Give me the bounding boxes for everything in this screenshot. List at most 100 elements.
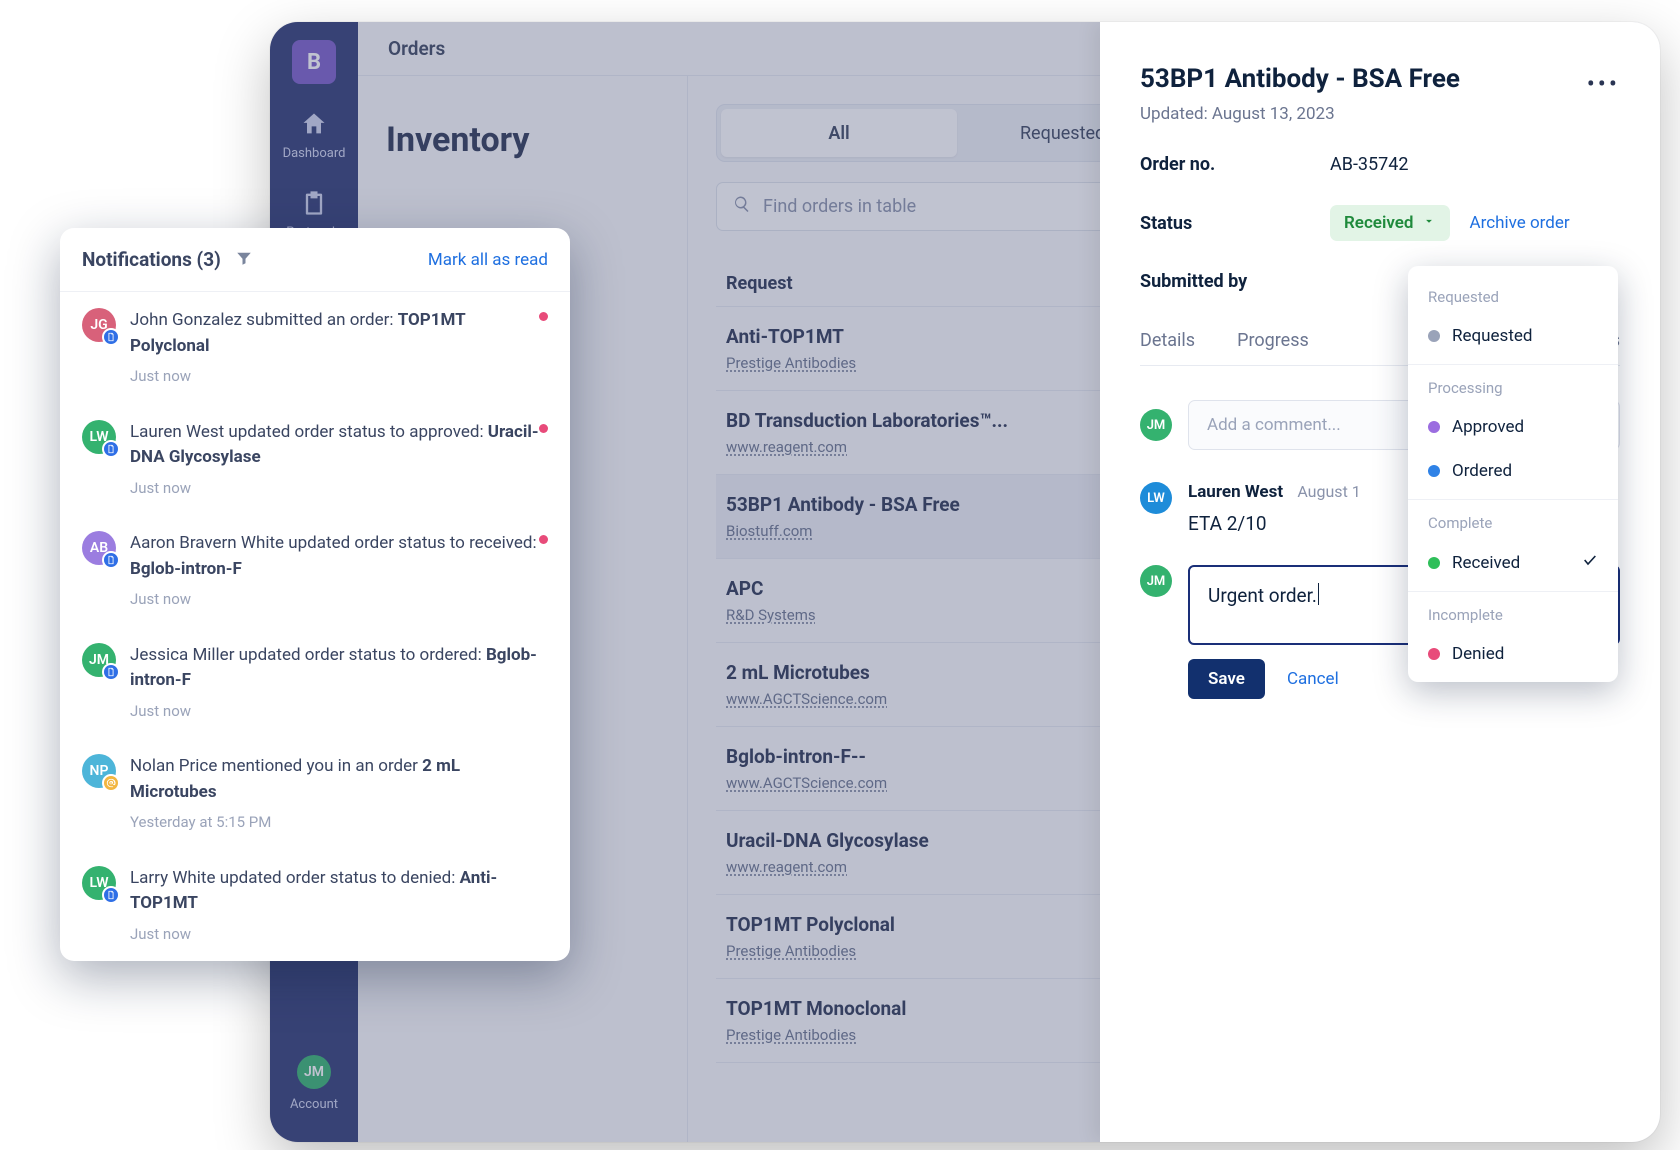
- status-group-label: Processing: [1408, 371, 1618, 405]
- status-color-dot: [1428, 648, 1440, 660]
- order-icon: [102, 551, 120, 569]
- submitted-by-label: Submitted by: [1140, 271, 1330, 292]
- notification-item[interactable]: JG John Gonzalez submitted an order: TOP1…: [60, 292, 570, 404]
- status-color-dot: [1428, 330, 1440, 342]
- status-option-label: Denied: [1452, 644, 1504, 664]
- status-color-dot: [1428, 557, 1440, 569]
- detail-title: 53BP1 Antibody - BSA Free: [1140, 64, 1460, 94]
- nav-dashboard[interactable]: Dashboard: [283, 110, 346, 161]
- status-option-label: Ordered: [1452, 461, 1512, 481]
- notification-body: Jessica Miller updated order status to o…: [130, 643, 548, 723]
- topbar-title: Orders: [388, 37, 445, 60]
- notification-text: Larry White updated order status to deni…: [130, 868, 460, 888]
- tab-details[interactable]: Details: [1140, 330, 1195, 365]
- order-icon: [102, 886, 120, 904]
- notification-text: Aaron Bravern White updated order status…: [130, 533, 537, 553]
- status-value: Received: [1344, 213, 1414, 233]
- archive-order-link[interactable]: Archive order: [1470, 213, 1570, 233]
- cancel-button[interactable]: Cancel: [1287, 669, 1339, 689]
- search-placeholder: Find orders in table: [763, 196, 916, 217]
- save-button[interactable]: Save: [1188, 659, 1265, 699]
- notification-avatar: LW: [82, 866, 116, 900]
- notification-body: John Gonzalez submitted an order: TOP1MT…: [130, 308, 548, 388]
- home-icon: [300, 110, 328, 142]
- editor-text: Urgent order.: [1208, 584, 1317, 607]
- notification-time: Just now: [130, 923, 548, 946]
- mark-all-read-link[interactable]: Mark all as read: [428, 250, 548, 270]
- notification-avatar: JM: [82, 643, 116, 677]
- account-label: Account: [290, 1097, 338, 1112]
- app-logo[interactable]: B: [292, 40, 336, 84]
- status-option-label: Received: [1452, 553, 1520, 573]
- status-group-label: Requested: [1408, 280, 1618, 314]
- tab-progress[interactable]: Progress: [1237, 330, 1309, 365]
- status-label: Status: [1140, 213, 1330, 234]
- status-group-label: Incomplete: [1408, 598, 1618, 632]
- notifications-panel: Notifications (3) Mark all as read JG Joh…: [60, 228, 570, 961]
- notification-avatar: NP: [82, 754, 116, 788]
- current-user-avatar: JM: [1140, 409, 1172, 441]
- chevron-down-icon: [1422, 213, 1436, 233]
- notification-time: Yesterday at 5:15 PM: [130, 811, 548, 834]
- status-option-label: Approved: [1452, 417, 1524, 437]
- notification-text: Jessica Miller updated order status to o…: [130, 645, 486, 665]
- notification-avatar: AB: [82, 531, 116, 565]
- status-color-dot: [1428, 465, 1440, 477]
- notification-time: Just now: [130, 477, 548, 500]
- order-icon: [102, 440, 120, 458]
- notification-avatar: JG: [82, 308, 116, 342]
- status-option[interactable]: Received: [1408, 540, 1618, 585]
- notification-item[interactable]: LWLauren West updated order status to ap…: [60, 404, 570, 516]
- comment-author-avatar: LW: [1140, 482, 1172, 514]
- notification-time: Just now: [130, 365, 548, 388]
- notification-item[interactable]: AB Aaron Bravern White updated order stat…: [60, 515, 570, 627]
- order-icon: [102, 328, 120, 346]
- search-icon: [733, 195, 751, 218]
- notification-text: Lauren West updated order status to appr…: [130, 422, 488, 442]
- account-avatar[interactable]: JM: [297, 1055, 331, 1089]
- status-dropdown-button[interactable]: Received: [1330, 205, 1450, 241]
- notification-item[interactable]: NP Nolan Price mentioned you in an order …: [60, 738, 570, 850]
- notification-text: Nolan Price mentioned you in an order: [130, 756, 422, 776]
- status-color-dot: [1428, 421, 1440, 433]
- unread-indicator: [539, 424, 548, 433]
- tab-all[interactable]: All: [721, 109, 957, 157]
- notification-body: Aaron Bravern White updated order status…: [130, 531, 548, 611]
- order-icon: [102, 663, 120, 681]
- separator: [1408, 499, 1618, 500]
- notification-item[interactable]: LW Larry White updated order status to de…: [60, 850, 570, 962]
- text-caret: [1318, 583, 1319, 605]
- detail-updated: Updated: August 13, 2023: [1140, 104, 1460, 124]
- status-option[interactable]: Ordered: [1408, 449, 1618, 493]
- order-no-value: AB-35742: [1330, 154, 1409, 175]
- check-icon: [1582, 552, 1598, 573]
- notification-body: Larry White updated order status to deni…: [130, 866, 548, 946]
- status-option[interactable]: Denied: [1408, 632, 1618, 676]
- notification-time: Just now: [130, 588, 548, 611]
- notification-body: Nolan Price mentioned you in an order 2 …: [130, 754, 548, 834]
- notifications-header: Notifications (3) Mark all as read: [60, 228, 570, 292]
- status-dropdown-menu: RequestedRequested Processing Approved Orde…: [1408, 266, 1618, 682]
- notification-body: Lauren West updated order status to appr…: [130, 420, 548, 500]
- nav-label: Dashboard: [283, 146, 346, 161]
- more-actions-button[interactable]: •••: [1587, 64, 1620, 98]
- status-option[interactable]: Approved: [1408, 405, 1618, 449]
- separator: [1408, 364, 1618, 365]
- notifications-title: Notifications (3): [82, 248, 221, 271]
- mention-icon: [102, 774, 120, 792]
- status-group-label: Complete: [1408, 506, 1618, 540]
- tab-requested-label: Requested: [1020, 123, 1105, 144]
- current-user-avatar: JM: [1140, 565, 1172, 597]
- notification-subject: Bglob-intron-F: [130, 559, 242, 579]
- unread-indicator: [539, 312, 548, 321]
- comment-author-name: Lauren West: [1188, 482, 1283, 502]
- inventory-title: Inventory: [386, 120, 659, 160]
- comment-time: August 1: [1297, 482, 1360, 501]
- notification-text: John Gonzalez submitted an order:: [130, 310, 398, 330]
- status-option[interactable]: Requested: [1408, 314, 1618, 358]
- filter-icon[interactable]: [235, 249, 253, 271]
- order-detail-panel: 53BP1 Antibody - BSA Free Updated: Augus…: [1100, 22, 1660, 1142]
- unread-indicator: [539, 535, 548, 544]
- notification-time: Just now: [130, 700, 548, 723]
- notification-item[interactable]: JM Jessica Miller updated order status to…: [60, 627, 570, 739]
